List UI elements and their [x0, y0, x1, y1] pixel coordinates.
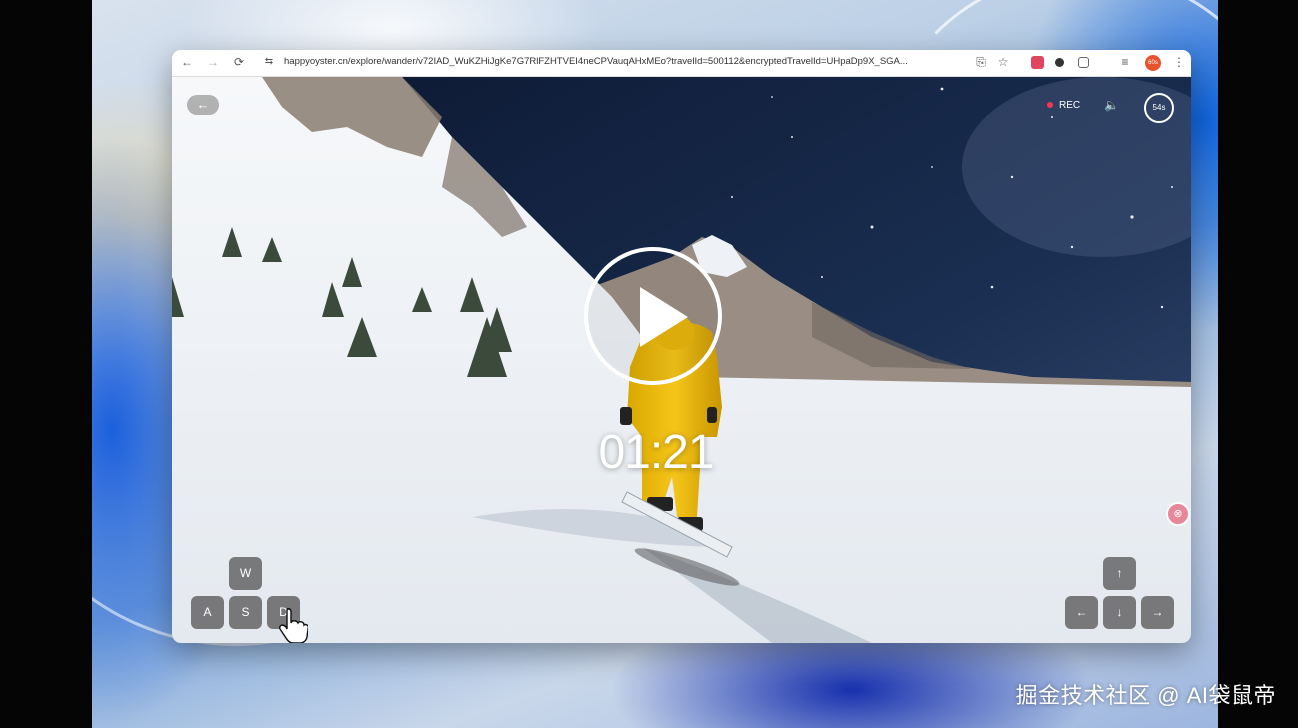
- arrow-right-button[interactable]: →: [1141, 596, 1174, 629]
- screen-recording-frame: ← → ⟳ ⇆ happyoyster.cn/explore/wander/v7…: [0, 0, 1298, 728]
- rec-label: REC: [1059, 100, 1081, 111]
- browser-toolbar: ← → ⟳ ⇆ happyoyster.cn/explore/wander/v7…: [172, 50, 1191, 77]
- arrow-down-button[interactable]: ↓: [1103, 596, 1136, 629]
- extensions-puzzle-icon[interactable]: [1078, 57, 1089, 68]
- arrow-up-button[interactable]: ↑: [1103, 557, 1136, 590]
- profile-avatar[interactable]: 60s: [1145, 55, 1161, 71]
- extension-icon[interactable]: [1031, 56, 1044, 69]
- forward-arrow-icon[interactable]: →: [204, 53, 222, 71]
- site-info-icon[interactable]: ⇆: [260, 53, 278, 71]
- key-a-button[interactable]: A: [191, 596, 224, 629]
- scene-back-button[interactable]: ←: [187, 95, 219, 115]
- recording-dot-icon: [1047, 102, 1053, 109]
- back-arrow-icon[interactable]: ←: [178, 53, 196, 71]
- translate-icon[interactable]: ⎘: [972, 53, 990, 71]
- recording-indicator: REC: [1047, 100, 1080, 111]
- browser-window: ← → ⟳ ⇆ happyoyster.cn/explore/wander/v7…: [172, 50, 1191, 643]
- arrow-left-button[interactable]: ←: [1065, 596, 1098, 629]
- game-viewport[interactable]: ← REC 🔈 54s 01:21 W A S D ↑ ← ↓ → ⊗: [172, 77, 1191, 643]
- extension-icon[interactable]: [1055, 58, 1064, 67]
- watermark-text: 掘金技术社区 @ AI袋鼠帝: [1015, 683, 1276, 708]
- bookmark-star-icon[interactable]: ☆: [994, 53, 1012, 71]
- hand-pointer-cursor-icon: [279, 608, 308, 643]
- browser-menu-icon[interactable]: ⋮: [1170, 53, 1188, 71]
- play-icon: [640, 287, 688, 347]
- reload-icon[interactable]: ⟳: [230, 53, 248, 71]
- address-bar[interactable]: happyoyster.cn/explore/wander/v72IAD_WuK…: [284, 56, 984, 70]
- play-button[interactable]: [584, 247, 722, 385]
- side-widget-icon[interactable]: ⊗: [1166, 502, 1190, 526]
- volume-icon[interactable]: 🔈: [1104, 98, 1119, 112]
- countdown-timer: 54s: [1144, 93, 1174, 123]
- key-s-button[interactable]: S: [229, 596, 262, 629]
- tab-search-icon[interactable]: ≡: [1116, 53, 1134, 71]
- key-w-button[interactable]: W: [229, 557, 262, 590]
- elapsed-time: 01:21: [598, 426, 714, 479]
